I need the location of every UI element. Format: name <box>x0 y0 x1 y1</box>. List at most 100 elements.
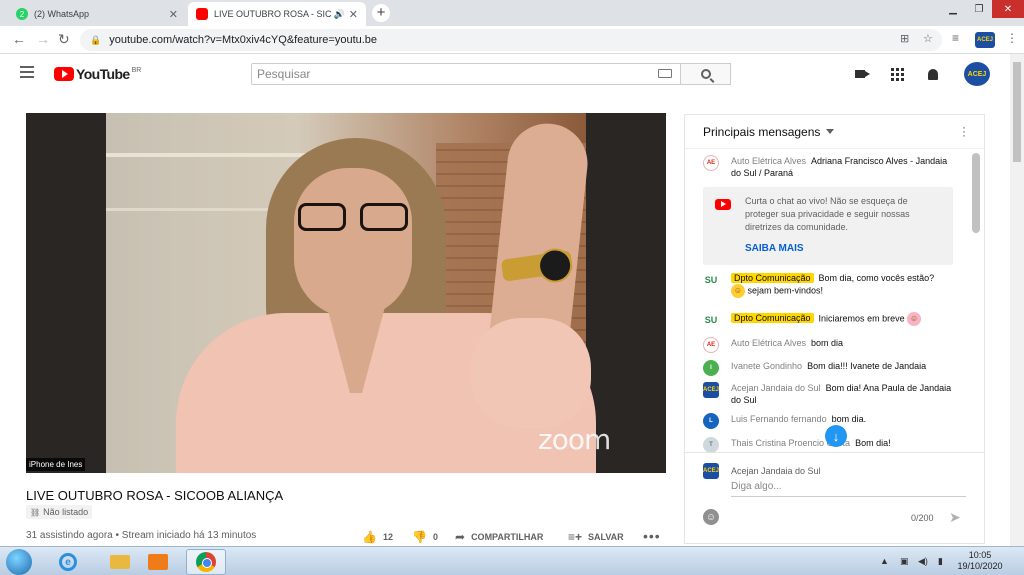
send-icon[interactable]: ➤ <box>949 509 961 526</box>
taskbar-media-player[interactable] <box>138 549 178 575</box>
tab-youtube-live[interactable]: LIVE OUTUBRO ROSA - SICO 🔊 ✕ <box>188 2 366 26</box>
youtube-play-icon <box>54 67 74 81</box>
country-code: BR <box>131 66 142 74</box>
composer-author-name: Acejan Jandaia do Sul <box>731 466 821 476</box>
close-icon[interactable]: ✕ <box>349 8 358 21</box>
bookmark-star-icon[interactable]: ☆ <box>923 32 933 45</box>
maximize-button[interactable]: ❐ <box>966 0 992 18</box>
share-button[interactable]: ➦ COMPARTILHAR <box>455 530 543 544</box>
chat-mode-selector[interactable]: Principais mensagens <box>685 115 984 149</box>
thumbs-up-icon: 👍 <box>362 530 377 544</box>
tray-network-icon[interactable]: ▮ <box>938 556 943 567</box>
chat-header-title: Principais mensagens <box>703 124 821 139</box>
chat-message: ACEJ Acejan Jandaia do Sul Bom dia! Ana P… <box>703 382 958 406</box>
tray-device-icon[interactable]: ▣ <box>900 556 909 567</box>
internet-explorer-icon: e <box>59 553 77 571</box>
chat-text: Iniciaremos em breve <box>818 313 905 324</box>
video-meta: 31 assistindo agora • Stream iniciado há… <box>26 530 257 541</box>
clock-date: 19/10/2020 <box>957 561 1003 571</box>
chat-text: Bom dia, como vocês estão? <box>818 273 935 283</box>
chat-text: bom dia. <box>831 414 867 424</box>
account-avatar[interactable]: ACEJ <box>964 62 990 86</box>
speaker-sleeve <box>471 318 591 428</box>
browser-toolbar: ← → ↻ 🔒 youtube.com/watch?v=Mtx0xiv4cYQ&… <box>0 26 1024 54</box>
tray-volume-icon[interactable]: ◀) <box>918 556 928 567</box>
privacy-label: Não listado <box>43 507 89 517</box>
back-icon[interactable]: ← <box>12 31 26 47</box>
taskbar-internet-explorer[interactable]: e <box>48 549 88 575</box>
translate-icon[interactable]: ⊞ <box>900 32 909 45</box>
author-avatar: T <box>703 437 719 453</box>
youtube-wordmark: YouTube <box>76 66 130 82</box>
minimize-button[interactable]: ▁ <box>940 0 966 18</box>
author-avatar: ACEJ <box>703 463 719 479</box>
chat-menu-icon[interactable]: · · · <box>962 121 966 141</box>
more-actions-icon[interactable]: ••• <box>643 528 661 544</box>
keyboard-icon[interactable] <box>658 69 672 78</box>
notifications-bell-icon[interactable] <box>925 66 941 82</box>
share-label: COMPARTILHAR <box>471 532 544 542</box>
chat-text: sejam bem-vindos! <box>747 285 824 296</box>
chat-scrollbar[interactable] <box>972 153 980 233</box>
chrome-icon <box>196 552 216 572</box>
emoji-picker-icon[interactable]: ☺ <box>703 509 719 525</box>
browser-tab-strip: 2 (2) WhatsApp ✕ LIVE OUTUBRO ROSA - SIC… <box>0 0 1024 26</box>
apps-grid-icon[interactable] <box>889 66 905 82</box>
playlist-add-icon: ≡+ <box>568 530 583 544</box>
system-clock[interactable]: 10:05 19/10/2020 <box>955 550 1005 572</box>
smile-emoji-icon: ☺ <box>731 284 745 298</box>
chat-author: Luis Fernando fernando <box>731 414 827 424</box>
like-button[interactable]: 👍 12 <box>362 530 393 544</box>
search-button[interactable] <box>681 63 731 85</box>
chat-author: Dpto Comunicação <box>731 273 814 283</box>
new-tab-button[interactable]: + <box>372 4 390 22</box>
video-title: LIVE OUTUBRO ROSA - SICOOB ALIANÇA <box>26 488 284 503</box>
chat-input[interactable]: Diga algo... <box>731 481 966 497</box>
chat-message: I Ivanete Gondinho Bom dia!!! Ivanete de … <box>703 360 958 376</box>
tray-arrow-icon[interactable]: ▲ <box>880 556 889 566</box>
folder-icon <box>110 555 130 569</box>
forward-icon[interactable]: → <box>36 31 50 47</box>
chrome-menu-icon[interactable]: ⋮ <box>1006 31 1018 45</box>
author-avatar: I <box>703 360 719 376</box>
chat-message: SU Dpto Comunicação Bom dia, como vocês e… <box>703 272 958 298</box>
speaker-glasses <box>298 203 408 233</box>
address-bar[interactable]: 🔒 youtube.com/watch?v=Mtx0xiv4cYQ&featur… <box>80 29 942 51</box>
close-window-button[interactable]: ✕ <box>992 0 1024 18</box>
create-video-icon[interactable] <box>852 66 870 82</box>
taskbar-chrome[interactable] <box>186 549 226 575</box>
chat-author: Acejan Jandaia do Sul <box>731 383 821 393</box>
page-scrollbar[interactable] <box>1010 54 1024 546</box>
tab-whatsapp[interactable]: 2 (2) WhatsApp ✕ <box>8 2 186 26</box>
menu-icon[interactable] <box>20 66 34 78</box>
speaker-icon[interactable]: 🔊 <box>334 9 345 20</box>
media-control-icon[interactable]: ≡ <box>952 31 959 45</box>
speaker-face <box>294 168 412 318</box>
author-avatar: AE <box>703 155 719 171</box>
profile-avatar[interactable]: ACEJ <box>975 32 995 48</box>
chat-notice: Curta o chat ao vivo! Não se esqueça de … <box>703 187 953 265</box>
youtube-icon <box>196 8 208 20</box>
cute-emoji-icon: ☺ <box>907 312 922 326</box>
youtube-logo[interactable]: YouTube BR <box>54 66 141 82</box>
author-avatar: SU <box>703 272 719 288</box>
close-icon[interactable]: ✕ <box>169 8 178 21</box>
dislike-button[interactable]: 👎 0 <box>412 530 438 544</box>
lock-icon: 🔒 <box>90 34 102 45</box>
video-player[interactable]: iPhone de Ines zoom <box>26 113 666 473</box>
chat-author: Ivanete Gondinho <box>731 361 803 371</box>
chevron-down-icon <box>826 129 835 134</box>
author-avatar: AE <box>703 337 719 353</box>
learn-more-link[interactable]: SAIBA MAIS <box>745 242 943 255</box>
chat-message: AE Auto Elétrica Alves bom dia <box>703 337 958 353</box>
author-avatar: SU <box>703 312 719 328</box>
composer-author: ACEJ Acejan Jandaia do Sul <box>703 463 821 479</box>
reload-icon[interactable]: ↻ <box>58 31 70 48</box>
save-button[interactable]: ≡+ SALVAR <box>568 530 624 544</box>
search-input[interactable]: Pesquisar <box>251 63 681 85</box>
taskbar-file-explorer[interactable] <box>100 549 140 575</box>
start-button[interactable] <box>6 549 32 575</box>
scroll-to-bottom-button[interactable]: ↓ <box>825 425 847 447</box>
search-placeholder: Pesquisar <box>257 67 311 81</box>
whatsapp-icon: 2 <box>16 8 28 20</box>
